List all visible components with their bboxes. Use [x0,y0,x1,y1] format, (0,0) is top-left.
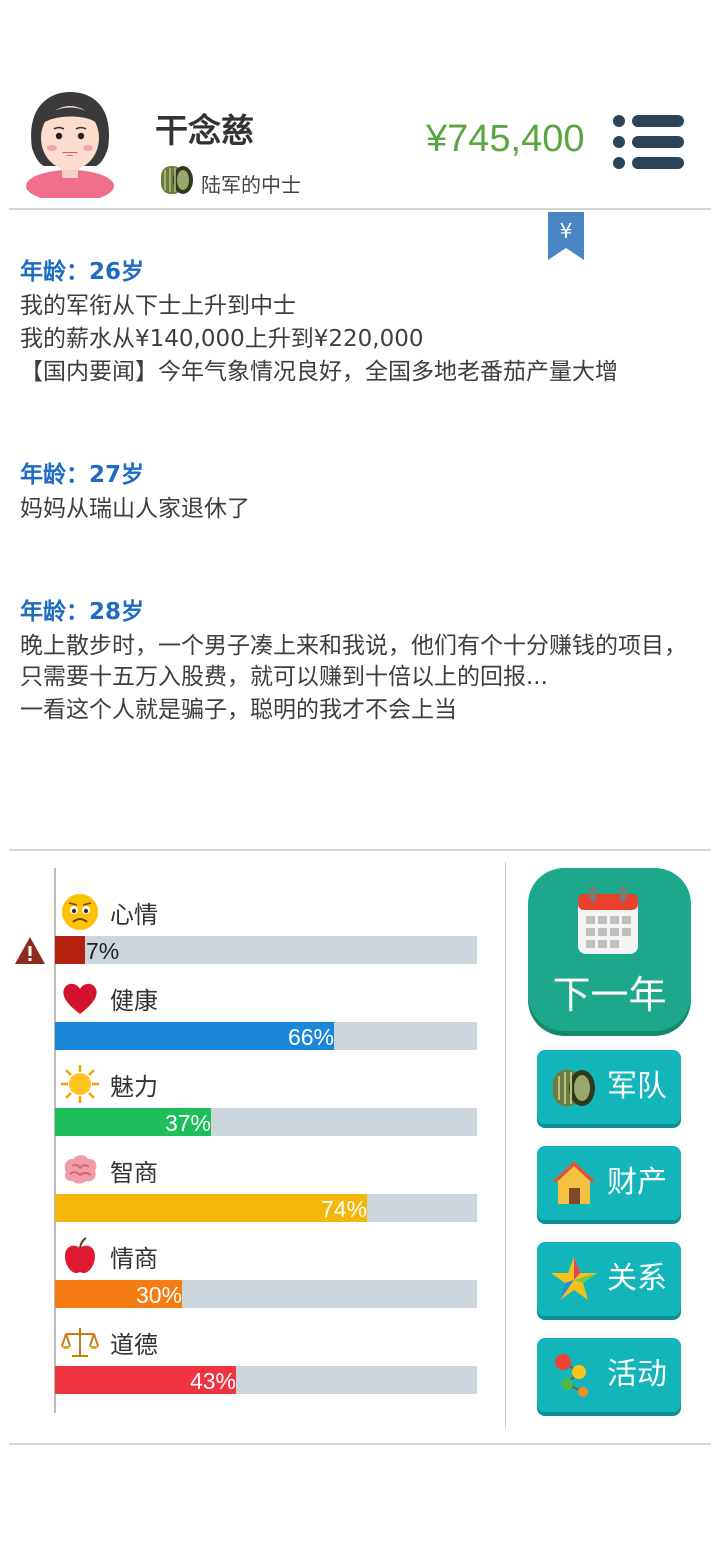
event-entry: 年龄：27岁 妈妈从瑞山人家退休了 [20,458,700,525]
stat-bar: 37% [55,1108,477,1136]
property-button[interactable]: 财产 [537,1146,681,1220]
stat-bar: 7% [55,936,477,964]
stat-value: 30% [135,1282,182,1308]
panel-divider [505,862,506,1428]
stat-bar: 74% [55,1194,477,1222]
money-balance: ¥745,400 [426,118,585,160]
army-badge-icon [553,1070,595,1106]
scales-icon [61,1328,99,1357]
stat-label: 道德 [110,1330,158,1359]
calendar-icon [578,886,638,954]
next-year-label: 下一年 [552,973,667,1017]
event-line: 我的薪水从¥140,000上升到¥220,000 [20,326,424,352]
stat-value: 74% [320,1196,367,1222]
army-label: 军队 [607,1069,667,1104]
svg-text:¥: ¥ [560,219,573,243]
stat-label: 情商 [110,1244,158,1273]
stat-bar: 66% [55,1022,477,1050]
event-age: 年龄：28岁 [20,599,145,625]
event-line: 晚上散步时，一个男子凑上来和我说，他们有个十分赚钱的项目，只需要十五万入股费，就… [20,633,687,690]
stat-value: 7% [86,938,120,964]
sun-icon [61,1065,99,1103]
event-entry: 年龄：26岁 我的军衔从下士上升到中士 我的薪水从¥140,000上升到¥220… [20,255,700,388]
event-line: 【国内要闻】今年气象情况良好，全国多地老番茄产量大增 [20,359,618,385]
activities-icon [555,1354,588,1397]
header-divider [9,208,711,210]
warning-icon [15,937,45,964]
stats-panel: 心情 7% 健康 66% 魅力 37% 智商 74% 情商 30% 道德 43% [0,862,505,1427]
apple-icon [65,1237,95,1274]
stat-label: 心情 [110,900,158,929]
heart-icon [63,983,97,1014]
relations-label: 关系 [607,1261,667,1296]
next-year-button[interactable]: 下一年 [528,868,691,1031]
star-icon [551,1257,597,1300]
event-line: 我的军衔从下士上升到中士 [20,293,296,319]
avatar[interactable] [20,86,120,198]
stat-bar: 30% [55,1280,477,1308]
stat-fill [55,936,85,964]
events-divider [9,849,711,851]
profile-header: 干念慈 陆军的中士 ¥745,400 [0,70,720,210]
relations-button[interactable]: 关系 [537,1242,681,1316]
activities-button[interactable]: 活动 [537,1338,681,1412]
army-button[interactable]: 军队 [537,1050,681,1124]
stat-value: 43% [189,1368,236,1394]
event-line: 一看这个人就是骗子，聪明的我才不会上当 [20,697,457,723]
bottom-divider [9,1443,711,1445]
character-name: 干念慈 [155,111,254,150]
menu-icon[interactable] [610,112,686,172]
rank-row: 陆军的中士 [157,160,301,198]
army-badge-icon [161,166,193,194]
event-log: 年龄：26岁 我的军衔从下士上升到中士 我的薪水从¥140,000上升到¥220… [20,255,700,726]
activities-label: 活动 [607,1357,667,1392]
sad-face-icon [62,894,98,930]
stat-label: 健康 [110,986,158,1015]
event-age: 年龄：27岁 [20,462,145,488]
stat-value: 66% [287,1024,334,1050]
stat-bar: 43% [55,1366,477,1394]
event-age: 年龄：26岁 [20,259,145,285]
event-line: 妈妈从瑞山人家退休了 [20,496,250,522]
brain-icon [64,1155,97,1184]
event-entry: 年龄：28岁 晚上散步时，一个男子凑上来和我说，他们有个十分赚钱的项目，只需要十… [20,595,700,726]
property-label: 财产 [607,1165,667,1200]
stat-value: 37% [164,1110,211,1136]
stat-label: 智商 [110,1158,158,1187]
rank-label: 陆军的中士 [201,172,301,197]
house-icon [552,1161,596,1204]
stat-label: 魅力 [110,1072,158,1101]
